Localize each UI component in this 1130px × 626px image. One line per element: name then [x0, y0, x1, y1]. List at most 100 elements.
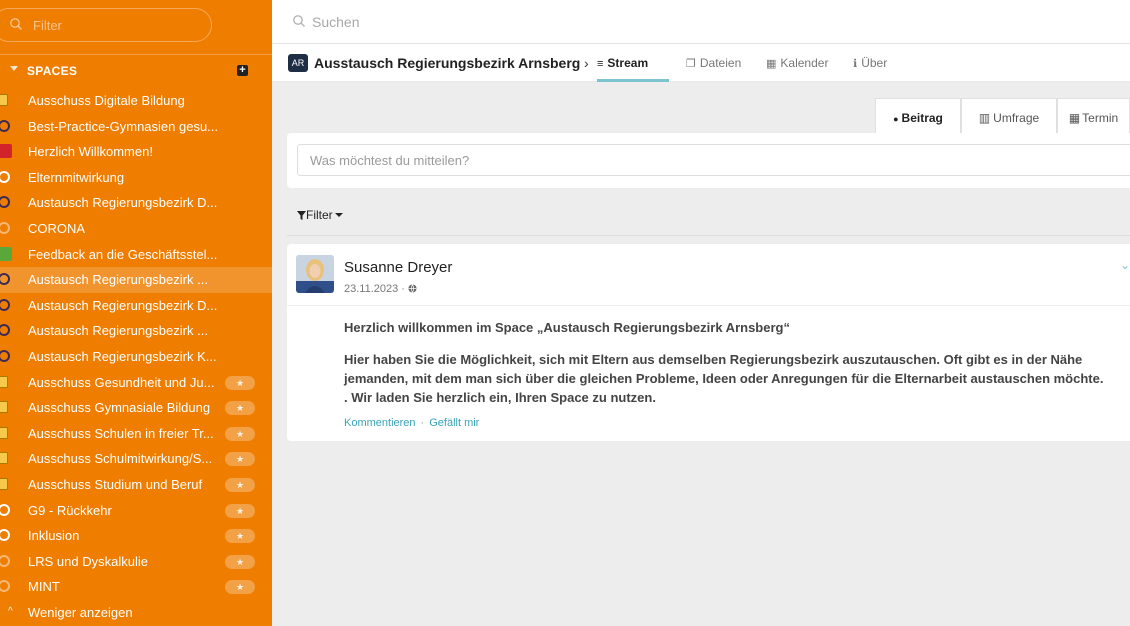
space-title[interactable]: Ausstausch Regierungsbezirk Arnsberg: [314, 55, 580, 71]
sidebar-item-label: Ausschuss Gesundheit und Ju...: [28, 374, 215, 390]
stream-filter-button[interactable]: Filter: [297, 208, 343, 222]
globe-icon: [408, 284, 417, 293]
sidebar-item[interactable]: Ausschuss Digitale Bildung: [0, 88, 272, 114]
comment-icon: ●: [893, 114, 899, 124]
sidebar-filter[interactable]: [0, 8, 212, 42]
calendar-icon: ▦: [1068, 111, 1081, 125]
chevron-down-icon[interactable]: ⌄: [1120, 258, 1130, 272]
space-square-icon: [0, 94, 8, 106]
star-icon[interactable]: ★: [225, 426, 255, 441]
tab-termin[interactable]: ▦ Termin: [1057, 98, 1130, 134]
tab-stream[interactable]: ≡ Stream: [597, 56, 648, 70]
sidebar-item[interactable]: Austausch Regierungsbezirk K...: [0, 344, 272, 370]
star-icon[interactable]: ★: [225, 503, 255, 518]
sidebar-item-label: Best-Practice-Gymnasien gesu...: [28, 118, 219, 134]
caret-down-icon: [334, 213, 343, 217]
calendar-icon: ▦: [766, 58, 777, 70]
space-header: AR Ausstausch Regierungsbezirk Arnsberg …: [272, 44, 1130, 82]
sidebar-item[interactable]: Ausschuss Schulen in freier Tr... ★: [0, 421, 272, 447]
star-icon[interactable]: ★: [225, 452, 255, 467]
space-square-icon: [0, 375, 8, 388]
spaces-header[interactable]: SPACES +: [0, 60, 272, 82]
tab-dateien-label: Dateien: [699, 56, 742, 70]
post-divider: [287, 305, 1130, 306]
space-circle-icon: [0, 580, 10, 593]
sidebar-item-label: MINT: [28, 579, 60, 595]
space-circle-icon: [0, 119, 10, 132]
post-body: Hier haben Sie die Möglichkeit, sich mit…: [344, 352, 1104, 405]
composer: [287, 133, 1130, 188]
sidebar-item[interactable]: LRS und Dyskalkulie ★: [0, 549, 272, 575]
sidebar-item-label: Herzlich Willkommen!: [28, 144, 153, 160]
sidebar-item-label: Ausschuss Schulen in freier Tr...: [28, 425, 214, 441]
list-icon: ≡: [597, 58, 604, 70]
chevron-up-icon: ^: [8, 605, 13, 617]
sidebar-item[interactable]: Elternmitwirkung: [0, 165, 272, 191]
actions-separator: ·: [420, 417, 425, 429]
sidebar-item[interactable]: Inklusion ★: [0, 523, 272, 549]
star-icon[interactable]: ★: [225, 580, 255, 595]
sidebar-item[interactable]: Austausch Regierungsbezirk ...: [0, 318, 272, 344]
sidebar-item[interactable]: Austausch Regierungsbezirk ...: [0, 267, 272, 293]
sidebar-item-label: Elternmitwirkung: [28, 169, 125, 185]
tab-ueber-label: Über: [861, 56, 888, 70]
sidebar-item-label: Austausch Regierungsbezirk D...: [28, 297, 218, 313]
show-less-button[interactable]: ^ Weniger anzeigen: [0, 600, 272, 626]
sidebar-item[interactable]: Herzlich Willkommen!: [0, 139, 272, 165]
tab-dateien[interactable]: ❐ Dateien: [686, 56, 741, 70]
space-circle-icon: [0, 529, 10, 542]
tab-ueber[interactable]: ℹ Über: [853, 56, 887, 70]
star-icon[interactable]: ★: [225, 375, 255, 390]
star-icon[interactable]: ★: [225, 477, 255, 492]
spaces-label: SPACES: [27, 64, 78, 78]
post-meta: 23.11.2023 ·: [344, 283, 417, 295]
sidebar-item[interactable]: Ausschuss Studium und Beruf ★: [0, 472, 272, 498]
sidebar-item-label: Ausschuss Digitale Bildung: [28, 93, 185, 108]
sidebar-item[interactable]: G9 - Rückkehr ★: [0, 498, 272, 524]
sidebar-item[interactable]: Ausschuss Schulmitwirkung/S... ★: [0, 446, 272, 472]
sidebar-item[interactable]: Ausschuss Gymnasiale Bildung ★: [0, 395, 272, 421]
tab-kalender[interactable]: ▦ Kalender: [766, 56, 828, 70]
chevron-right-icon: ›: [584, 55, 589, 71]
star-icon[interactable]: ★: [225, 529, 255, 544]
sidebar-item-label: Feedback an die Geschäftsstel...: [28, 246, 218, 262]
post-author[interactable]: Susanne Dreyer: [344, 259, 452, 276]
sidebar-item[interactable]: Feedback an die Geschäftsstel...: [0, 242, 272, 268]
space-avatar[interactable]: AR: [288, 54, 308, 72]
star-icon[interactable]: ★: [225, 401, 255, 416]
space-square-icon: [0, 401, 8, 414]
space-circle-icon: [0, 298, 10, 311]
sidebar-item[interactable]: Ausschuss Gesundheit und Ju... ★: [0, 370, 272, 396]
space-square-icon: [0, 426, 8, 439]
post-input[interactable]: [297, 144, 1130, 176]
search-input[interactable]: [312, 11, 612, 33]
post-date[interactable]: 23.11.2023 ·: [344, 283, 408, 295]
sidebar-item[interactable]: Austausch Regierungsbezirk D...: [0, 190, 272, 216]
sidebar-item-label: CORONA: [28, 220, 86, 236]
avatar[interactable]: [296, 255, 334, 293]
space-circle-icon: [0, 554, 10, 567]
sidebar-item-label: Ausschuss Studium und Beruf: [28, 476, 203, 492]
like-link[interactable]: Gefällt mir: [429, 417, 479, 429]
star-icon[interactable]: ★: [225, 554, 255, 569]
sidebar-filter-input[interactable]: [33, 15, 193, 35]
search-icon: [293, 15, 305, 27]
tab-umfrage[interactable]: ▥ Umfrage: [961, 98, 1057, 134]
sidebar-item[interactable]: Best-Practice-Gymnasien gesu...: [0, 114, 272, 140]
sidebar-item-label: LRS und Dyskalkulie: [28, 553, 148, 569]
sidebar-item[interactable]: MINT ★: [0, 574, 272, 600]
tab-umfrage-label: Umfrage: [993, 111, 1040, 125]
search-icon: [10, 18, 22, 30]
sidebar-item-label: Austausch Regierungsbezirk D...: [28, 195, 218, 211]
comment-link[interactable]: Kommentieren: [344, 417, 416, 429]
sidebar: SPACES + Ausschuss Digitale Bildung Best-…: [0, 0, 272, 626]
caret-down-icon: [10, 66, 18, 71]
sidebar-item[interactable]: CORONA: [0, 216, 272, 242]
sidebar-item[interactable]: Austausch Regierungsbezirk D...: [0, 293, 272, 319]
chart-icon: ▥: [978, 111, 991, 125]
tab-beitrag-label: Beitrag: [901, 111, 943, 125]
space-image-icon: [0, 246, 12, 261]
add-space-button[interactable]: +: [237, 65, 248, 76]
tab-beitrag[interactable]: ● Beitrag: [875, 98, 961, 134]
post-actions: Kommentieren · Gefällt mir: [344, 417, 479, 429]
